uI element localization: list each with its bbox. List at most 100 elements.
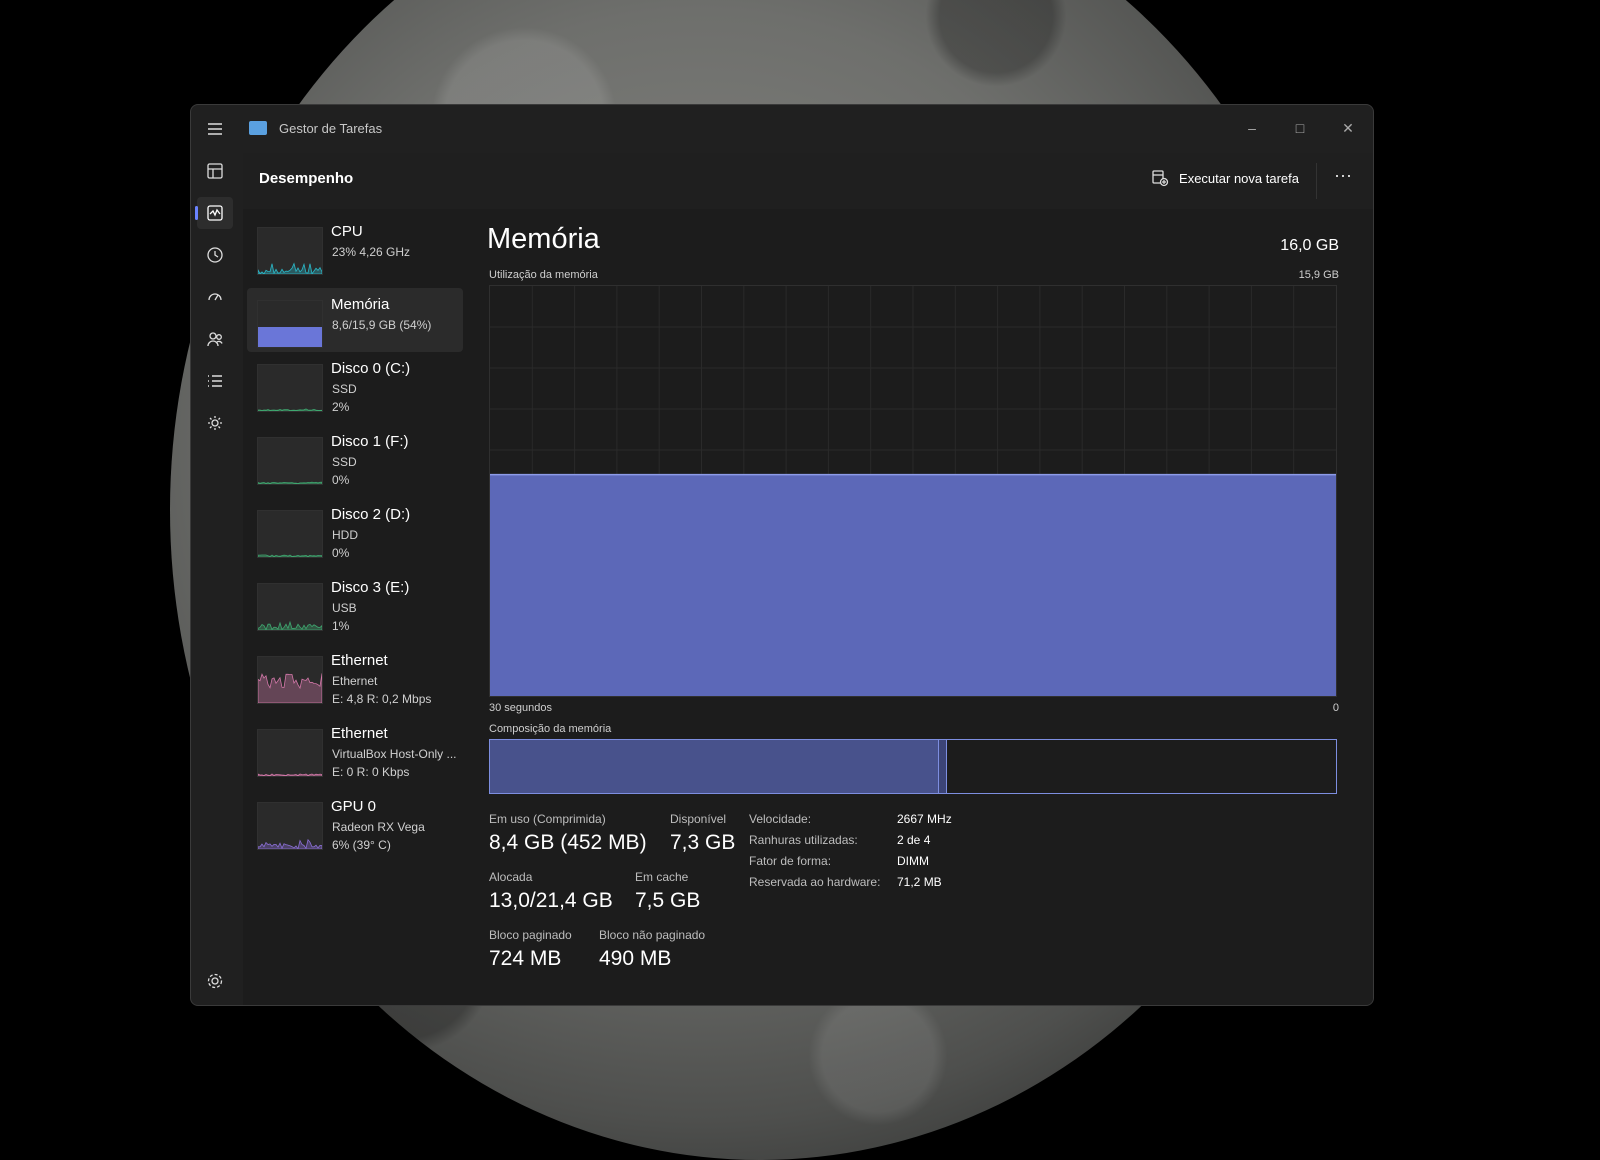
memory-panel: Memória 16,0 GB Utilização da memória 15… [487,209,1339,1005]
device-thumbnail-graph [257,510,323,558]
cached-value: 7,5 GB [635,889,701,912]
nav-services[interactable] [197,407,233,439]
device-item[interactable]: Ethernet VirtualBox Host-Only ... E: 0 R: … [247,717,463,790]
graph-time-right: 0 [1332,702,1339,714]
device-name: Ethernet [331,725,388,742]
spec-slots-key: Ranhuras utilizadas: [749,833,858,847]
page-title: Desempenho [259,170,354,187]
device-name: GPU 0 [331,798,377,815]
device-item[interactable]: CPU 23% 4,26 GHz [247,215,463,288]
device-item[interactable]: Memória 8,6/15,9 GB (54%) [247,288,463,352]
maximize-button[interactable]: □ [1277,113,1323,143]
processes-icon [207,163,223,179]
device-detail: 23% 4,26 GHz [332,245,411,259]
run-new-task-label: Executar nova tarefa [1179,170,1299,186]
task-manager-app-icon [249,121,267,135]
performance-icon [207,205,223,221]
spec-form-factor-key: Fator de forma: [749,854,832,868]
minimize-button[interactable]: – [1229,113,1275,143]
title-bar: Gestor de Tarefas – □ ✕ [191,105,1373,153]
memory-usage-graph [489,285,1337,697]
details-icon [208,375,222,387]
device-item[interactable]: Disco 1 (F:) SSD 0% [247,425,463,498]
spec-speed-value: 2667 MHz [897,812,952,826]
device-item[interactable]: Ethernet Ethernet E: 4,8 R: 0,2 Mbps [247,644,463,717]
device-thumbnail-graph [257,656,323,704]
users-icon [207,332,223,347]
startup-apps-icon [208,293,222,301]
paged-pool-label: Bloco paginado [489,928,572,942]
device-thumbnail-graph [257,583,323,631]
settings-button[interactable] [205,971,225,991]
nav-users[interactable] [197,323,233,355]
gear-icon [207,973,223,989]
device-thumbnail-graph [257,802,323,850]
available-value: 7,3 GB [670,831,736,854]
composition-in-use [490,740,939,793]
device-detail: 8,6/15,9 GB (54%) [332,318,432,332]
performance-content: CPU 23% 4,26 GHz Memória 8,6/15,9 GB (54%) D… [243,209,1373,1005]
device-usage: 0% [332,546,350,560]
device-name: Memória [331,296,390,313]
memory-total: 16,0 GB [1280,237,1339,254]
device-item[interactable]: Disco 2 (D:) HDD 0% [247,498,463,571]
window-title: Gestor de Tarefas [279,121,383,136]
nav-processes[interactable] [197,155,233,187]
device-detail: SSD [332,382,357,396]
device-name: Disco 2 (D:) [331,506,411,523]
device-usage: 2% [332,400,350,414]
committed-label: Alocada [489,870,533,884]
device-detail: Radeon RX Vega [332,820,425,834]
header-divider [1316,163,1317,199]
device-thumbnail-graph [257,364,323,412]
device-thumbnail-graph [257,437,323,485]
close-button[interactable]: ✕ [1325,113,1371,143]
device-name: Disco 3 (E:) [331,579,410,596]
memory-title: Memória [487,223,600,255]
graph-time-left: 30 segundos [489,702,552,714]
device-name: Ethernet [331,652,388,669]
device-detail: VirtualBox Host-Only ... [332,747,457,761]
device-detail: SSD [332,455,357,469]
device-usage: 1% [332,619,350,633]
nav-performance[interactable] [195,197,233,229]
device-usage: E: 4,8 R: 0,2 Mbps [332,692,432,706]
device-list: CPU 23% 4,26 GHz Memória 8,6/15,9 GB (54%) D… [247,215,463,863]
device-item[interactable]: Disco 3 (E:) USB 1% [247,571,463,644]
spec-reserved-key: Reservada ao hardware: [749,875,881,889]
spec-slots-value: 2 de 4 [897,833,931,847]
device-name: Disco 0 (C:) [331,360,411,377]
device-item[interactable]: GPU 0 Radeon RX Vega 6% (39° C) [247,790,463,863]
hamburger-menu-icon[interactable] [205,119,225,139]
in-use-value: 8,4 GB (452 MB) [489,831,647,854]
nav-app-history[interactable] [197,239,233,271]
device-thumbnail-graph [257,227,323,275]
page-header: Desempenho Executar nova tarefa ⋯ [243,153,1373,210]
memory-composition-label: Composição da memória [489,723,612,735]
composition-modified [938,740,947,793]
committed-value: 13,0/21,4 GB [489,889,613,912]
device-name: CPU [331,223,363,240]
available-label: Disponível [670,812,727,826]
memory-usage-label: Utilização da memória [489,269,598,281]
device-name: Disco 1 (F:) [331,433,409,450]
device-item[interactable]: Disco 0 (C:) SSD 2% [247,352,463,425]
nav-startup-apps[interactable] [197,281,233,313]
app-history-icon [207,247,223,263]
services-icon [208,416,222,430]
device-detail: HDD [332,528,358,542]
device-thumbnail-graph [257,300,323,348]
spec-form-factor-value: DIMM [897,854,929,868]
nav-details[interactable] [197,365,233,397]
navigation-rail [191,153,239,1005]
device-usage: 6% (39° C) [332,838,391,852]
device-thumbnail-graph [257,729,323,777]
cached-label: Em cache [635,870,689,884]
run-new-task-button[interactable]: Executar nova tarefa [1151,169,1299,187]
memory-composition-bar [489,739,1337,794]
run-task-icon [1152,170,1169,187]
nonpaged-pool-label: Bloco não paginado [599,928,706,942]
task-manager-window: Gestor de Tarefas – □ ✕ Desempenho Execu… [190,104,1374,1006]
more-options-button[interactable]: ⋯ [1334,166,1353,187]
device-usage: E: 0 R: 0 Kbps [332,765,410,779]
